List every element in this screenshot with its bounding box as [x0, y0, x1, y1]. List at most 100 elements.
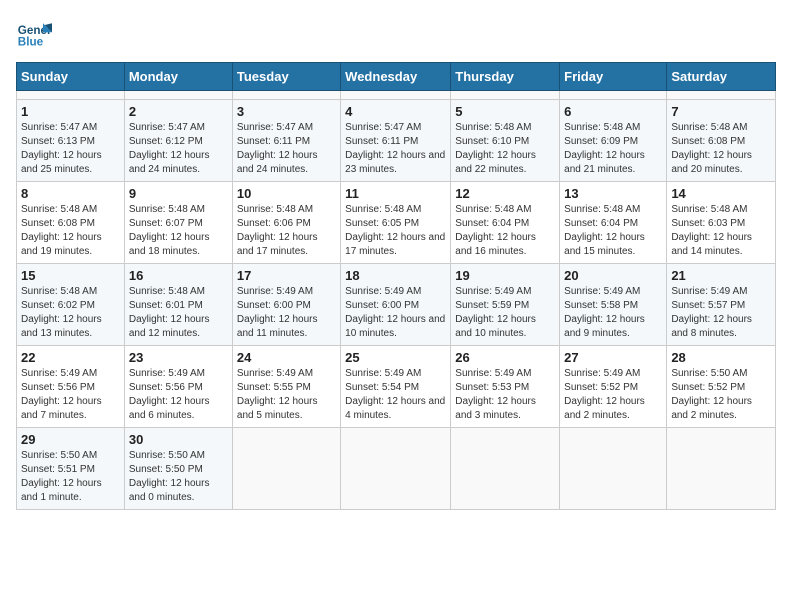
- day-number: 24: [237, 350, 336, 365]
- header: General Blue: [16, 16, 776, 52]
- calendar-cell: [124, 91, 232, 100]
- day-number: 15: [21, 268, 120, 283]
- day-info: Sunrise: 5:48 AMSunset: 6:03 PMDaylight:…: [671, 203, 771, 259]
- calendar-cell: 23 Sunrise: 5:49 AMSunset: 5:56 PMDayligh…: [124, 346, 232, 428]
- day-info: Sunrise: 5:48 AMSunset: 6:09 PMDaylight:…: [564, 121, 662, 177]
- day-number: 28: [671, 350, 771, 365]
- calendar-cell: 27 Sunrise: 5:49 AMSunset: 5:52 PMDayligh…: [560, 346, 667, 428]
- calendar-cell: 13 Sunrise: 5:48 AMSunset: 6:04 PMDayligh…: [560, 182, 667, 264]
- calendar-cell: 2 Sunrise: 5:47 AMSunset: 6:12 PMDaylight…: [124, 100, 232, 182]
- weekday-header-cell: Friday: [560, 63, 667, 91]
- day-info: Sunrise: 5:47 AMSunset: 6:13 PMDaylight:…: [21, 121, 120, 177]
- calendar-cell: 20 Sunrise: 5:49 AMSunset: 5:58 PMDayligh…: [560, 264, 667, 346]
- calendar-cell: [451, 91, 560, 100]
- calendar-week-row: 29 Sunrise: 5:50 AMSunset: 5:51 PMDayligh…: [17, 428, 776, 510]
- day-info: Sunrise: 5:49 AMSunset: 5:56 PMDaylight:…: [21, 367, 120, 423]
- weekday-header-cell: Monday: [124, 63, 232, 91]
- calendar-cell: 14 Sunrise: 5:48 AMSunset: 6:03 PMDayligh…: [667, 182, 776, 264]
- day-info: Sunrise: 5:48 AMSunset: 6:05 PMDaylight:…: [345, 203, 446, 259]
- day-number: 23: [129, 350, 228, 365]
- day-info: Sunrise: 5:49 AMSunset: 6:00 PMDaylight:…: [237, 285, 336, 341]
- weekday-header-row: SundayMondayTuesdayWednesdayThursdayFrid…: [17, 63, 776, 91]
- day-number: 19: [455, 268, 555, 283]
- day-number: 7: [671, 104, 771, 119]
- calendar-cell: 29 Sunrise: 5:50 AMSunset: 5:51 PMDayligh…: [17, 428, 125, 510]
- logo-icon: General Blue: [16, 16, 52, 52]
- calendar-cell: [560, 428, 667, 510]
- calendar-cell: [560, 91, 667, 100]
- day-info: Sunrise: 5:48 AMSunset: 6:04 PMDaylight:…: [455, 203, 555, 259]
- calendar-cell: [232, 91, 340, 100]
- day-info: Sunrise: 5:47 AMSunset: 6:12 PMDaylight:…: [129, 121, 228, 177]
- calendar-week-row: 15 Sunrise: 5:48 AMSunset: 6:02 PMDayligh…: [17, 264, 776, 346]
- calendar-cell: 25 Sunrise: 5:49 AMSunset: 5:54 PMDayligh…: [341, 346, 451, 428]
- calendar-week-row: 8Sunrise: 5:48 AMSunset: 6:08 PMDaylight…: [17, 182, 776, 264]
- calendar-cell: [341, 428, 451, 510]
- day-number: 18: [345, 268, 446, 283]
- day-number: 16: [129, 268, 228, 283]
- calendar-cell: [667, 428, 776, 510]
- day-info: Sunrise: 5:48 AMSunset: 6:08 PMDaylight:…: [21, 203, 120, 259]
- day-info: Sunrise: 5:48 AMSunset: 6:01 PMDaylight:…: [129, 285, 228, 341]
- calendar-cell: 19 Sunrise: 5:49 AMSunset: 5:59 PMDayligh…: [451, 264, 560, 346]
- calendar-cell: 6 Sunrise: 5:48 AMSunset: 6:09 PMDaylight…: [560, 100, 667, 182]
- calendar-cell: 24 Sunrise: 5:49 AMSunset: 5:55 PMDayligh…: [232, 346, 340, 428]
- day-number: 11: [345, 186, 446, 201]
- day-info: Sunrise: 5:49 AMSunset: 5:52 PMDaylight:…: [564, 367, 662, 423]
- calendar-cell: 5Sunrise: 5:48 AMSunset: 6:10 PMDaylight…: [451, 100, 560, 182]
- day-info: Sunrise: 5:48 AMSunset: 6:06 PMDaylight:…: [237, 203, 336, 259]
- calendar-cell: 21Sunrise: 5:49 AMSunset: 5:57 PMDayligh…: [667, 264, 776, 346]
- day-info: Sunrise: 5:49 AMSunset: 5:56 PMDaylight:…: [129, 367, 228, 423]
- day-number: 14: [671, 186, 771, 201]
- day-info: Sunrise: 5:47 AMSunset: 6:11 PMDaylight:…: [345, 121, 446, 177]
- weekday-header-cell: Tuesday: [232, 63, 340, 91]
- calendar-cell: 28Sunrise: 5:50 AMSunset: 5:52 PMDayligh…: [667, 346, 776, 428]
- calendar-table: SundayMondayTuesdayWednesdayThursdayFrid…: [16, 62, 776, 510]
- calendar-cell: 1Sunrise: 5:47 AMSunset: 6:13 PMDaylight…: [17, 100, 125, 182]
- day-info: Sunrise: 5:49 AMSunset: 5:58 PMDaylight:…: [564, 285, 662, 341]
- calendar-cell: 30 Sunrise: 5:50 AMSunset: 5:50 PMDayligh…: [124, 428, 232, 510]
- day-info: Sunrise: 5:48 AMSunset: 6:04 PMDaylight:…: [564, 203, 662, 259]
- day-number: 25: [345, 350, 446, 365]
- day-info: Sunrise: 5:50 AMSunset: 5:50 PMDaylight:…: [129, 449, 228, 505]
- weekday-header-cell: Thursday: [451, 63, 560, 91]
- calendar-cell: 8Sunrise: 5:48 AMSunset: 6:08 PMDaylight…: [17, 182, 125, 264]
- calendar-cell: [232, 428, 340, 510]
- day-info: Sunrise: 5:49 AMSunset: 6:00 PMDaylight:…: [345, 285, 446, 341]
- day-info: Sunrise: 5:49 AMSunset: 5:55 PMDaylight:…: [237, 367, 336, 423]
- day-number: 22: [21, 350, 120, 365]
- day-info: Sunrise: 5:48 AMSunset: 6:07 PMDaylight:…: [129, 203, 228, 259]
- day-number: 6: [564, 104, 662, 119]
- day-info: Sunrise: 5:47 AMSunset: 6:11 PMDaylight:…: [237, 121, 336, 177]
- day-number: 29: [21, 432, 120, 447]
- day-number: 12: [455, 186, 555, 201]
- calendar-cell: [667, 91, 776, 100]
- day-number: 17: [237, 268, 336, 283]
- day-number: 13: [564, 186, 662, 201]
- calendar-cell: 3 Sunrise: 5:47 AMSunset: 6:11 PMDaylight…: [232, 100, 340, 182]
- weekday-header-cell: Wednesday: [341, 63, 451, 91]
- calendar-week-row: 22 Sunrise: 5:49 AMSunset: 5:56 PMDayligh…: [17, 346, 776, 428]
- calendar-cell: 12 Sunrise: 5:48 AMSunset: 6:04 PMDayligh…: [451, 182, 560, 264]
- calendar-week-row: [17, 91, 776, 100]
- calendar-cell: 11 Sunrise: 5:48 AMSunset: 6:05 PMDayligh…: [341, 182, 451, 264]
- day-number: 30: [129, 432, 228, 447]
- day-number: 2: [129, 104, 228, 119]
- day-info: Sunrise: 5:50 AMSunset: 5:51 PMDaylight:…: [21, 449, 120, 505]
- day-info: Sunrise: 5:49 AMSunset: 5:57 PMDaylight:…: [671, 285, 771, 341]
- calendar-cell: [17, 91, 125, 100]
- day-number: 3: [237, 104, 336, 119]
- day-number: 4: [345, 104, 446, 119]
- calendar-cell: 16 Sunrise: 5:48 AMSunset: 6:01 PMDayligh…: [124, 264, 232, 346]
- day-number: 5: [455, 104, 555, 119]
- calendar-cell: [451, 428, 560, 510]
- day-number: 20: [564, 268, 662, 283]
- day-info: Sunrise: 5:49 AMSunset: 5:59 PMDaylight:…: [455, 285, 555, 341]
- day-info: Sunrise: 5:49 AMSunset: 5:54 PMDaylight:…: [345, 367, 446, 423]
- logo: General Blue: [16, 16, 52, 52]
- day-info: Sunrise: 5:48 AMSunset: 6:02 PMDaylight:…: [21, 285, 120, 341]
- calendar-cell: 18 Sunrise: 5:49 AMSunset: 6:00 PMDayligh…: [341, 264, 451, 346]
- day-number: 26: [455, 350, 555, 365]
- day-number: 27: [564, 350, 662, 365]
- day-info: Sunrise: 5:49 AMSunset: 5:53 PMDaylight:…: [455, 367, 555, 423]
